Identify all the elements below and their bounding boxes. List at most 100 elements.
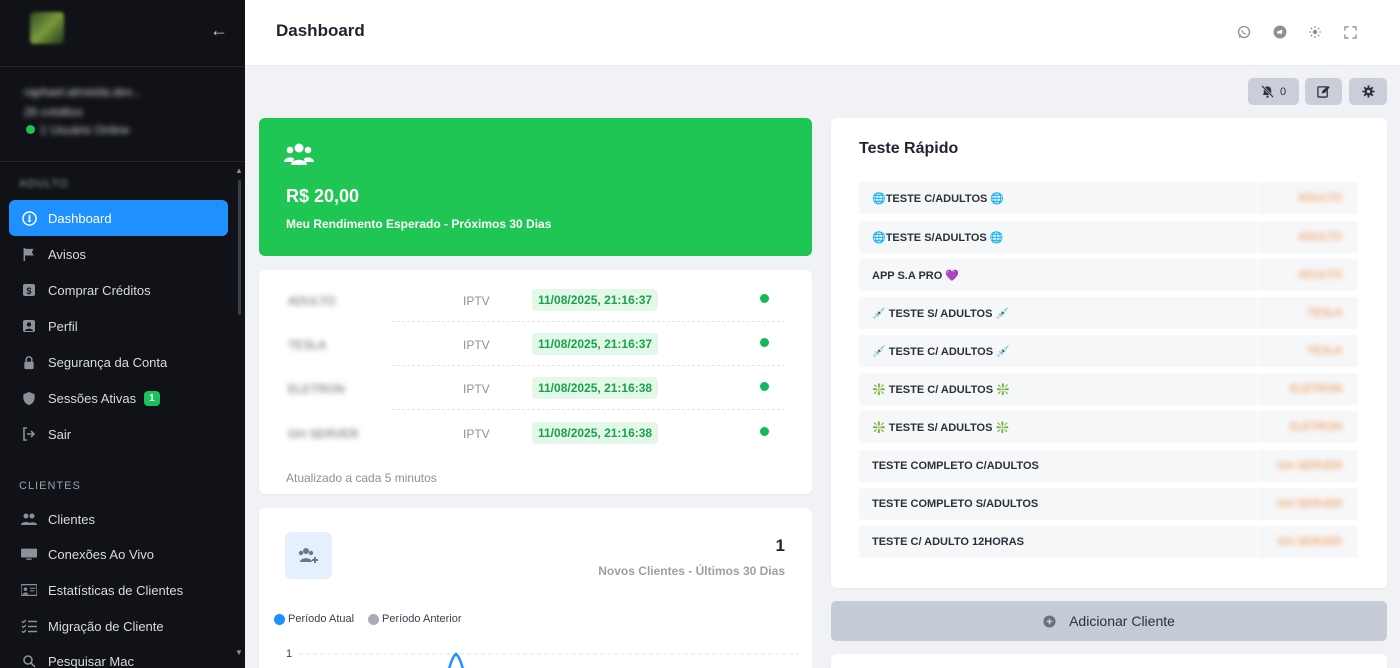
server-row[interactable]: TESLA IPTV 11/08/2025, 21:16:37 [286, 322, 785, 366]
sidebar-item-sair[interactable]: Sair [9, 416, 228, 452]
sidebar-item-label: Sair [48, 426, 72, 442]
quick-test-row[interactable]: APP S.A PRO 💜 ADULTO [859, 259, 1358, 291]
column-divider [1257, 411, 1258, 443]
new-clients-card: 1 Novos Clientes - Últimos 30 Dias Perío… [259, 508, 812, 668]
theme-toggle-icon[interactable] [1305, 22, 1325, 42]
test-name: APP S.A PRO 💜 [872, 270, 960, 282]
edit-icon [1317, 85, 1330, 98]
test-server: ELETRON [1290, 421, 1342, 433]
quick-test-row[interactable]: ❇️ TESTE S/ ADULTOS ❇️ ELETRON [859, 411, 1358, 443]
sidebar-item-avisos[interactable]: Avisos [9, 236, 228, 272]
legend-current[interactable]: Período Atual [274, 613, 354, 625]
users-group-icon [283, 140, 315, 168]
telegram-icon[interactable] [1270, 22, 1290, 42]
sidebar-item-label: Pesquisar Mac [48, 653, 134, 668]
test-name: TESTE COMPLETO C/ADULTOS [872, 460, 1039, 472]
sidebar-item-migracao[interactable]: Migração de Cliente [9, 608, 228, 644]
sidebar: ← raphael.almeida.dev... 26 créditos 1 U… [0, 0, 245, 668]
user-name: raphael.almeida.dev... [24, 85, 142, 99]
sidebar-item-label: Clientes [48, 511, 95, 527]
shield-icon [21, 390, 37, 406]
servers-card: ADULTO IPTV 11/08/2025, 21:16:37 TESLA I… [259, 270, 812, 494]
sidebar-item-perfil[interactable]: Perfil [9, 308, 228, 344]
brand-logo[interactable] [30, 12, 64, 44]
collapse-sidebar-icon[interactable]: ← [210, 20, 228, 41]
fullscreen-icon[interactable] [1340, 22, 1360, 42]
sidebar-item-comprar-creditos[interactable]: $ Comprar Créditos [9, 272, 228, 308]
test-server: ELETRON [1290, 383, 1342, 395]
update-note: Atualizado a cada 5 minutos [286, 471, 437, 485]
server-status-dot [760, 338, 769, 347]
server-type: IPTV [463, 338, 490, 352]
plus-circle-icon [1043, 614, 1056, 628]
flag-icon [21, 246, 37, 262]
sidebar-item-label: Comprar Créditos [48, 282, 151, 298]
quick-test-row[interactable]: TESTE COMPLETO S/ADULTOS GH SERVER [859, 488, 1358, 520]
add-client-button[interactable]: Adicionar Cliente [831, 601, 1387, 641]
sidebar-item-label: Migração de Cliente [48, 618, 164, 634]
sidebar-item-label: Estatísticas de Clientes [48, 582, 184, 598]
quick-test-row[interactable]: TESTE COMPLETO C/ADULTOS GH SERVER [859, 450, 1358, 482]
lock-icon [21, 354, 37, 370]
monitor-icon [21, 546, 37, 562]
whatsapp-icon[interactable] [1234, 22, 1254, 42]
user-plus-icon [285, 532, 332, 579]
quick-test-card: Teste Rápido 🌐TESTE C/ADULTOS 🌐 ADULTO 🌐T… [831, 118, 1387, 588]
users-icon [21, 511, 37, 527]
sidebar-item-estatisticas[interactable]: Estatísticas de Clientes [9, 572, 228, 608]
bell-slash-icon [1261, 85, 1274, 98]
test-server: GH SERVER [1277, 536, 1342, 548]
sidebar-item-dashboard[interactable]: Dashboard [9, 200, 228, 236]
quick-test-row[interactable]: 💉 TESTE C/ ADULTOS 💉 TESLA [859, 335, 1358, 367]
server-type: IPTV [463, 294, 490, 308]
quick-test-row[interactable]: 🌐TESTE S/ADULTOS 🌐 ADULTO [859, 221, 1358, 253]
scroll-down-arrow[interactable]: ▼ [235, 648, 243, 657]
sidebar-item-label: Conexões Ao Vivo [48, 546, 154, 562]
section-label-adulto: ADULTO [19, 178, 69, 190]
test-name: 💉 TESTE C/ ADULTOS 💉 [872, 346, 1010, 358]
quick-test-row[interactable]: ❇️ TESTE C/ ADULTOS ❇️ ELETRON [859, 373, 1358, 405]
quick-test-row[interactable]: TESTE C/ ADULTO 12HORAS GH SERVER [859, 526, 1358, 558]
test-name: TESTE C/ ADULTO 12HORAS [872, 536, 1024, 548]
test-server: ADULTO [1298, 192, 1342, 204]
column-divider [1257, 335, 1258, 367]
dollar-icon: $ [21, 282, 37, 298]
server-timestamp: 11/08/2025, 21:16:37 [532, 333, 659, 355]
quick-test-title: Teste Rápido [859, 140, 959, 157]
sidebar-item-sessoes-ativas[interactable]: Sessões Ativas 1 [9, 380, 228, 416]
sidebar-item-clientes[interactable]: Clientes [9, 501, 228, 537]
row-divider [392, 409, 785, 410]
test-server: GH SERVER [1277, 460, 1342, 472]
server-type: IPTV [463, 427, 490, 441]
test-server: ADULTO [1298, 269, 1342, 281]
stats-icon [21, 582, 37, 598]
y-axis-tick: 1 [286, 648, 293, 660]
gear-icon [1361, 85, 1375, 98]
server-row[interactable]: GH SERVER IPTV 11/08/2025, 21:16:38 [286, 411, 785, 455]
sidebar-item-pesquisar-mac[interactable]: Pesquisar Mac [9, 643, 228, 668]
sidebar-item-label: Segurança da Conta [48, 354, 168, 370]
server-row[interactable]: ELETRON IPTV 11/08/2025, 21:16:38 [286, 366, 785, 410]
server-row[interactable]: ADULTO IPTV 11/08/2025, 21:16:37 [286, 278, 785, 322]
quick-test-row[interactable]: 🌐TESTE C/ADULTOS 🌐 ADULTO [859, 182, 1358, 214]
user-panel: raphael.almeida.dev... 26 créditos 1 Usu… [0, 66, 245, 162]
server-name: GH SERVER [288, 427, 359, 441]
test-server: GH SERVER [1277, 498, 1342, 510]
test-name: 🌐TESTE C/ADULTOS 🌐 [872, 193, 1005, 205]
server-timestamp: 11/08/2025, 21:16:38 [532, 377, 659, 399]
revenue-label: Meu Rendimento Esperado - Próximos 30 Di… [286, 217, 552, 231]
server-name: ELETRON [288, 382, 345, 396]
quick-test-row[interactable]: 💉 TESTE S/ ADULTOS 💉 TESLA [859, 297, 1358, 329]
legend-previous[interactable]: Período Anterior [368, 613, 462, 625]
column-divider [1257, 526, 1258, 558]
sidebar-item-seguranca[interactable]: Segurança da Conta [9, 344, 228, 380]
settings-button[interactable] [1349, 78, 1387, 105]
edit-button[interactable] [1305, 78, 1342, 105]
sidebar-item-conexoes[interactable]: Conexões Ao Vivo [9, 536, 228, 572]
section-label-clientes: CLIENTES [19, 480, 81, 492]
notifications-button[interactable]: 0 [1248, 78, 1299, 105]
new-clients-label: Novos Clientes - Últimos 30 Dias [598, 564, 785, 578]
sidebar-item-label: Dashboard [48, 210, 112, 226]
scroll-up-arrow[interactable]: ▲ [235, 166, 243, 175]
sidebar-scrollbar[interactable] [238, 180, 241, 315]
